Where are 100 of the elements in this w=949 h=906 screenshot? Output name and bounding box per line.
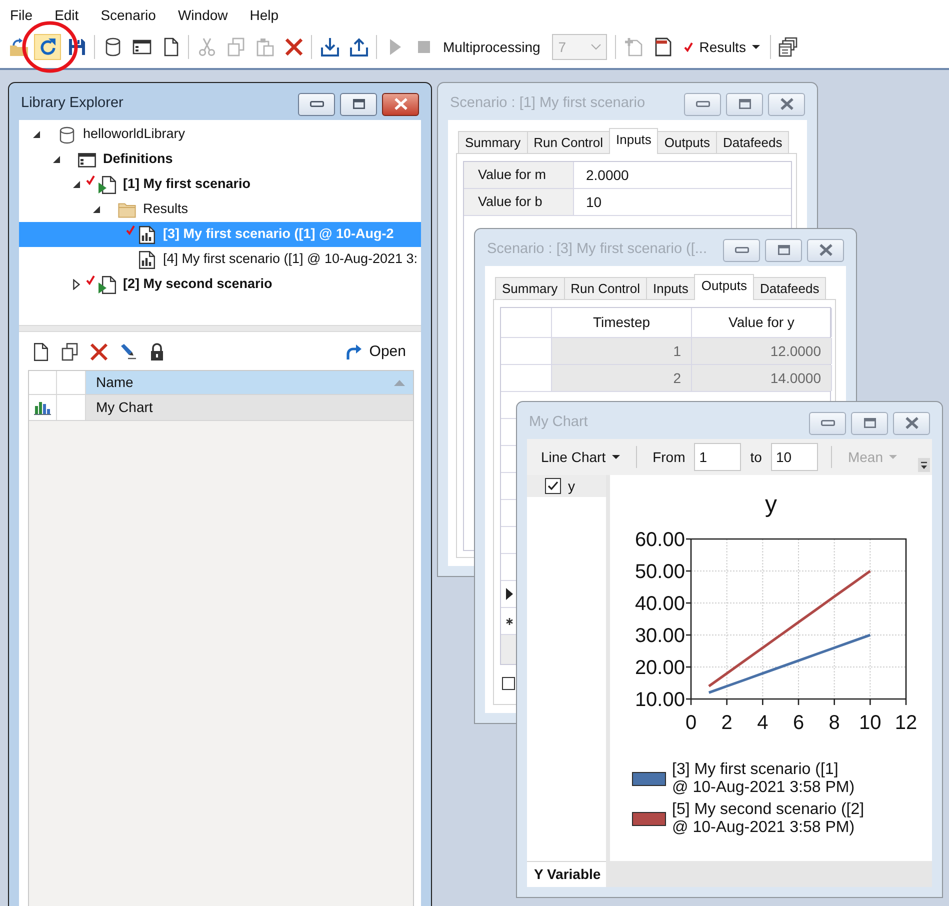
delete-icon xyxy=(284,37,304,57)
tree-item[interactable]: [4] My first scenario ([1] @ 10-Aug-2021 3: xyxy=(19,247,421,272)
window-title: Scenario : [3] My first scenario ([... xyxy=(486,241,708,259)
tab[interactable]: Outputs xyxy=(657,131,717,153)
x-tick-label: 2 xyxy=(721,712,732,734)
minimize-button[interactable] xyxy=(723,238,760,262)
caret-icon xyxy=(752,45,760,49)
property-label: Value for b xyxy=(464,189,574,215)
refresh-button[interactable] xyxy=(34,34,61,60)
clipboard-icon xyxy=(254,37,274,57)
tree-item[interactable]: Definitions xyxy=(19,147,421,172)
overflow-icon[interactable] xyxy=(918,458,930,472)
to-field[interactable]: 10 xyxy=(770,443,818,471)
expanded-arrow-icon[interactable] xyxy=(32,131,40,138)
open-button[interactable]: Open xyxy=(344,343,406,361)
tree-item[interactable]: [2] My second scenario xyxy=(19,272,421,297)
y-tick-label: 10.00 xyxy=(634,689,685,711)
page-play-icon xyxy=(98,176,116,194)
property-value[interactable]: 10 xyxy=(574,189,791,215)
x-tick-label: 0 xyxy=(685,712,697,734)
upload-icon xyxy=(348,37,368,57)
close-icon xyxy=(818,244,832,256)
legend-label: [5] My second scenario ([2] @ 10-Aug-2021 3:58 PM) xyxy=(672,801,866,837)
database-icon xyxy=(58,126,76,144)
tab[interactable]: Summary xyxy=(458,131,528,153)
close-button[interactable] xyxy=(382,92,419,116)
panel-tab[interactable]: Y Variable xyxy=(527,861,606,887)
close-icon xyxy=(780,98,794,110)
tab[interactable]: Outputs xyxy=(694,274,754,300)
copy-icon xyxy=(226,37,246,57)
results-dropdown[interactable]: Results xyxy=(678,34,766,60)
tree-item-label: helloworldLibrary xyxy=(83,126,186,143)
tree-item[interactable]: Results xyxy=(19,197,421,222)
expanded-arrow-icon[interactable] xyxy=(52,156,60,163)
page-bar-chart-icon xyxy=(138,250,156,268)
minimize-icon xyxy=(696,101,710,107)
tree-item-label: [3] My first scenario ([1] @ 10-Aug-2 xyxy=(163,226,394,243)
menu-item[interactable]: File xyxy=(2,4,41,26)
page-play-icon xyxy=(98,276,116,294)
table-cell: 12.0000 xyxy=(692,338,832,364)
y-tick-label: 50.00 xyxy=(634,561,685,583)
current-row-icon xyxy=(506,588,513,600)
tab[interactable]: Run Control xyxy=(526,131,610,153)
tree-item[interactable]: helloworldLibrary xyxy=(19,122,421,147)
field-label: to xyxy=(749,448,763,466)
menu-item[interactable]: Scenario xyxy=(92,4,164,26)
expanded-arrow-icon[interactable] xyxy=(92,206,100,213)
y-tick-label: 20.00 xyxy=(634,657,685,679)
list-row[interactable]: My Chart xyxy=(29,395,413,421)
table-cell: My Chart xyxy=(86,395,413,420)
tab[interactable]: Datafeeds xyxy=(752,277,826,299)
menu-item[interactable]: Edit xyxy=(46,4,87,26)
maximize-button[interactable] xyxy=(765,238,802,262)
tab[interactable]: Inputs xyxy=(609,128,658,154)
tree-item-label: Definitions xyxy=(103,151,173,168)
page-icon xyxy=(32,343,50,361)
window-title: My Chart xyxy=(528,414,589,432)
x-tick-label: 8 xyxy=(828,712,840,734)
menu-item[interactable]: Help xyxy=(242,4,287,26)
scissors-icon xyxy=(196,37,216,57)
collapsed-arrow-icon[interactable] xyxy=(72,279,80,290)
close-button[interactable] xyxy=(807,238,844,262)
minimize-button[interactable] xyxy=(809,412,846,434)
tab[interactable]: Datafeeds xyxy=(716,131,790,153)
close-button[interactable] xyxy=(768,92,805,116)
maximize-icon xyxy=(352,99,364,109)
expanded-arrow-icon[interactable] xyxy=(72,181,80,188)
table-cell: 1 xyxy=(552,338,692,364)
download-icon xyxy=(320,37,340,57)
tree-item-label: [2] My second scenario xyxy=(123,276,272,293)
checkbox[interactable] xyxy=(502,677,515,690)
close-button[interactable] xyxy=(893,412,930,434)
tab[interactable]: Inputs xyxy=(646,277,696,299)
tab[interactable]: Run Control xyxy=(564,277,647,299)
maximize-button[interactable] xyxy=(726,92,763,116)
tree-item[interactable]: [1] My first scenario xyxy=(19,172,421,197)
checkbox[interactable] xyxy=(545,478,561,494)
lock-icon xyxy=(148,343,166,361)
maximize-button[interactable] xyxy=(340,92,377,116)
y-tick-label: 30.00 xyxy=(634,625,685,647)
minimize-icon xyxy=(734,247,748,253)
check-icon xyxy=(684,42,694,52)
minimize-button[interactable] xyxy=(684,92,721,116)
column-header[interactable]: Name xyxy=(86,371,413,394)
toolbar-label: Multiprocessing xyxy=(443,38,540,56)
property-value[interactable]: 2.0000 xyxy=(574,162,791,188)
maximize-button[interactable] xyxy=(851,412,888,434)
from-field[interactable]: 1 xyxy=(694,443,742,471)
caret-icon xyxy=(888,455,897,459)
variable-row[interactable]: y xyxy=(527,475,606,497)
minimize-button[interactable] xyxy=(298,92,335,116)
maximize-icon xyxy=(864,418,876,428)
close-icon xyxy=(394,98,408,110)
delete-icon xyxy=(90,343,108,361)
x-tick-label: 6 xyxy=(792,712,804,734)
legend-label: [3] My first scenario ([1] @ 10-Aug-2021 3:58 PM) xyxy=(672,761,856,797)
chart-type-dropdown[interactable]: Line Chart xyxy=(535,444,626,470)
chart-title: y xyxy=(765,491,777,518)
tab[interactable]: Summary xyxy=(495,277,565,299)
menu-item[interactable]: Window xyxy=(170,4,236,26)
